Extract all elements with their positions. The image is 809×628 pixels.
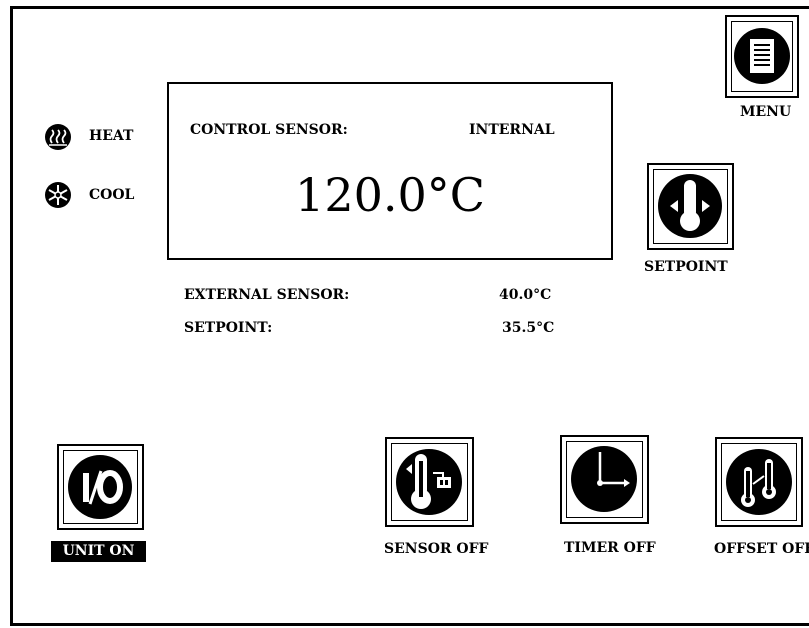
external-sensor-label: EXTERNAL SENSOR:	[184, 287, 350, 303]
thermometer-adjust-icon	[658, 174, 722, 238]
cool-indicator	[43, 180, 73, 214]
setpoint-button-label: SETPOINT	[644, 259, 728, 275]
main-display: CONTROL SENSOR: INTERNAL 120.0°C	[167, 82, 613, 260]
control-sensor-value: INTERNAL	[469, 122, 555, 138]
timer-button-label: TIMER OFF	[564, 540, 656, 556]
setpoint-value: 35.5°C	[502, 320, 555, 336]
cool-label: COOL	[89, 187, 135, 203]
sensor-button-label: SENSOR OFF	[384, 541, 489, 557]
power-icon	[68, 455, 132, 519]
sensor-button[interactable]	[385, 437, 474, 527]
snowflake-icon	[45, 182, 71, 208]
setpoint-label: SETPOINT:	[184, 320, 273, 336]
unit-power-button[interactable]	[57, 444, 144, 530]
menu-button[interactable]	[725, 15, 799, 98]
offset-button[interactable]	[715, 437, 803, 527]
offset-button-label: OFFSET OFF	[714, 541, 809, 557]
heat-indicator	[43, 122, 73, 156]
dual-thermometer-icon	[726, 449, 792, 515]
sensor-switch-icon	[396, 449, 462, 515]
control-sensor-label: CONTROL SENSOR:	[190, 122, 348, 138]
current-temperature: 120.0°C	[295, 168, 485, 222]
unit-status-label: UNIT ON	[51, 541, 146, 562]
setpoint-button[interactable]	[647, 163, 734, 250]
external-sensor-value: 40.0°C	[499, 287, 552, 303]
timer-button[interactable]	[560, 435, 649, 524]
heat-icon	[45, 124, 71, 150]
clock-icon	[571, 446, 637, 512]
document-icon	[734, 28, 790, 84]
menu-label: MENU	[740, 104, 792, 120]
heat-label: HEAT	[89, 128, 134, 144]
